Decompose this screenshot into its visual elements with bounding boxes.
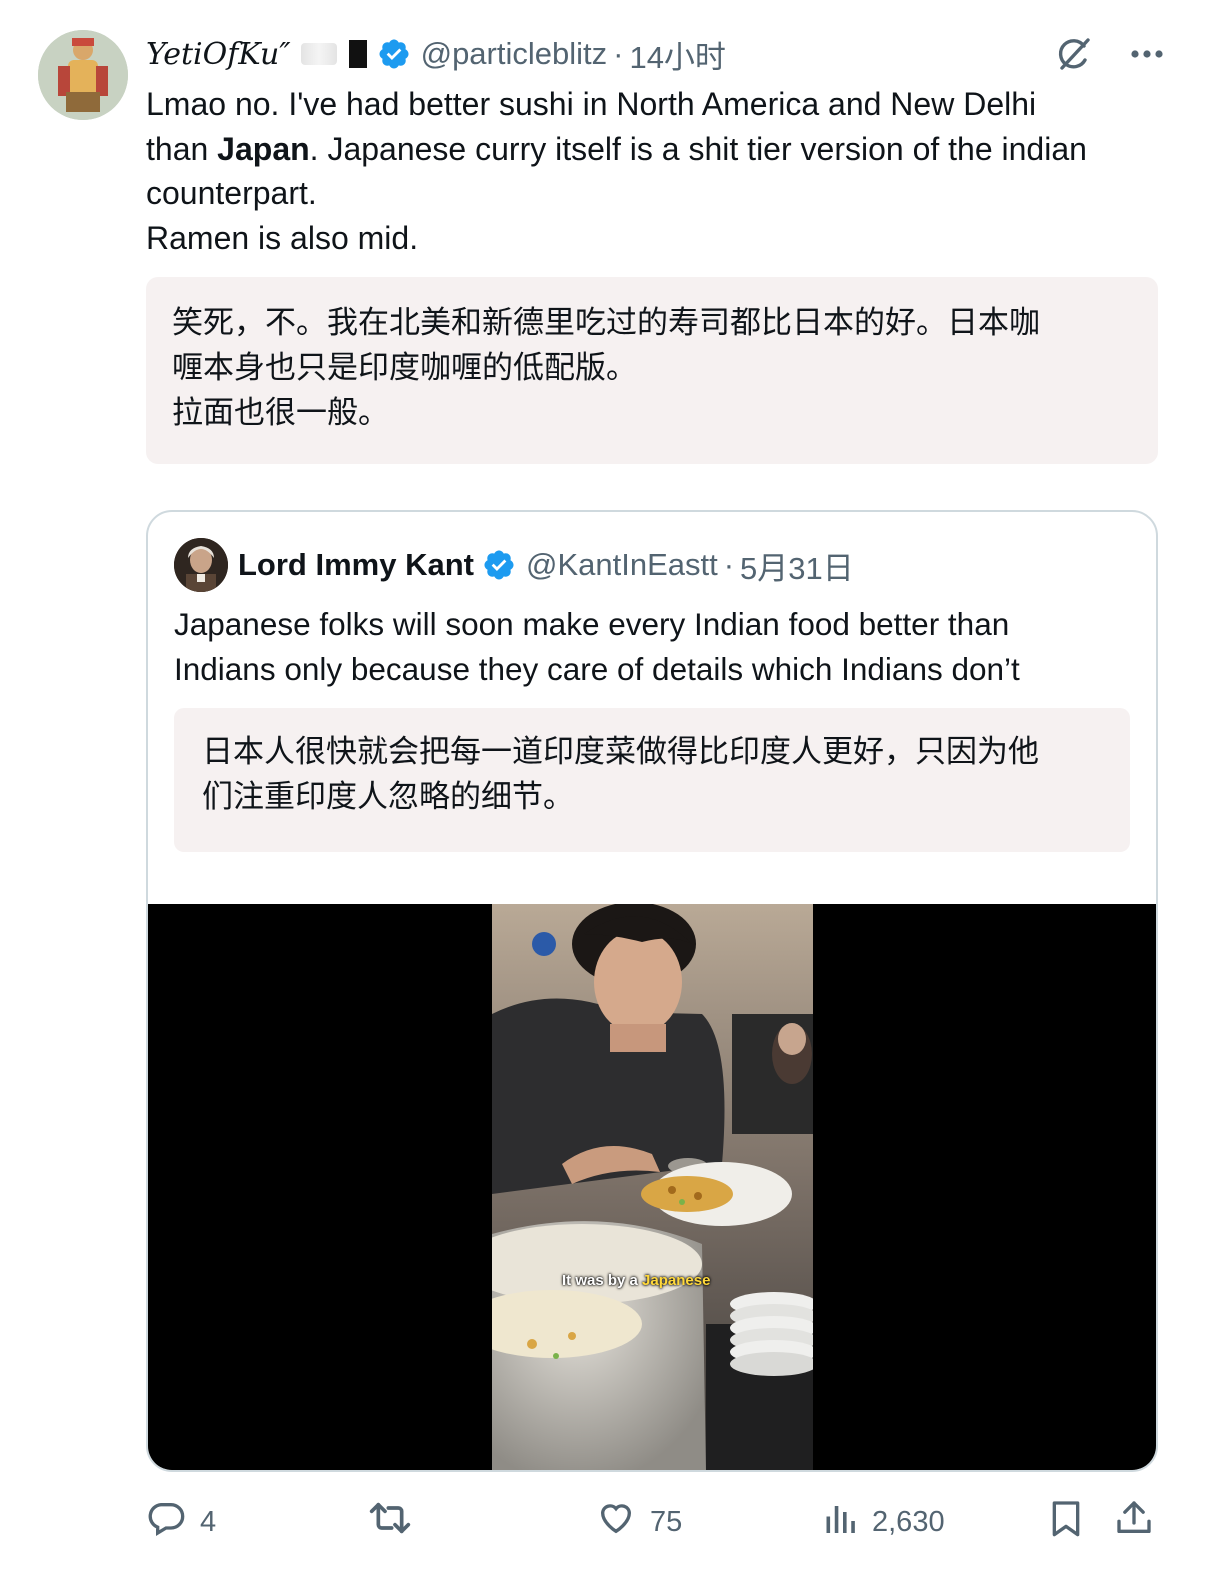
tweet-action-bar: 4 75 2,630 <box>146 1500 1166 1544</box>
quoted-text-line: Japanese folks will soon make every Indi… <box>174 606 1010 642</box>
video-caption: It was by a Japanese <box>562 1272 710 1289</box>
tweet-text-bold: Japan <box>217 130 310 167</box>
video-player[interactable]: It was by a Japanese <box>148 904 1156 1470</box>
reply-bubble-icon <box>146 1498 186 1546</box>
author-handle[interactable]: @particleblitz <box>421 36 608 72</box>
quoted-text-line: Indians only because they care of detail… <box>174 651 1020 687</box>
tweet-text-line: than Japan. Japanese curry itself is a s… <box>146 127 1166 172</box>
grok-slash-icon[interactable] <box>1054 34 1094 74</box>
translation-line: 日本人很快就会把每一道印度菜做得比印度人更好，只因为他 <box>202 734 1039 770</box>
translation-line: 喱本身也只是印度咖喱的低配版。 <box>172 350 637 386</box>
views-bar-chart-icon <box>822 1500 858 1544</box>
bookmark-icon <box>1046 1498 1086 1546</box>
quoted-author-display-name[interactable]: Lord Immy Kant <box>238 547 474 583</box>
heart-icon <box>596 1498 636 1546</box>
tweet-text-segment: . Japanese curry itself is a shit tier v… <box>309 130 1087 167</box>
tweet-header: YetiOfKu″ @particleblitz · 14小时 <box>146 32 726 76</box>
video-caption-highlight: Japanese <box>642 1272 711 1289</box>
separator-dot: · <box>613 36 624 71</box>
share-upload-icon <box>1114 1498 1154 1546</box>
reply-count: 4 <box>200 1505 217 1538</box>
bookmark-button[interactable] <box>1046 1500 1086 1544</box>
verified-badge-icon <box>482 548 516 582</box>
video-still-image <box>492 904 813 1470</box>
video-caption-text: It was by a <box>562 1272 643 1289</box>
author-avatar[interactable] <box>38 30 128 120</box>
quoted-tweet[interactable]: Lord Immy Kant @KantInEastt · 5月31日 Japa… <box>146 510 1158 1472</box>
tweet-time[interactable]: 14小时 <box>629 32 725 77</box>
verified-badge-icon <box>377 37 411 71</box>
redacted-name-blur <box>300 43 337 65</box>
quoted-tweet-text: Japanese folks will soon make every Indi… <box>174 602 1134 692</box>
quoted-tweet-header: Lord Immy Kant @KantInEastt · 5月31日 <box>174 538 854 592</box>
tweet-top-actions <box>1054 34 1164 74</box>
retweet-button[interactable] <box>368 1500 412 1544</box>
quoted-tweet-date[interactable]: 5月31日 <box>740 543 854 588</box>
tweet-text-line: Ramen is also mid. <box>146 219 419 256</box>
tweet-translation: 笑死，不。我在北美和新德里吃过的寿司都比日本的好。日本咖 喱本身也只是印度咖喱的… <box>146 277 1158 464</box>
quoted-author-avatar[interactable] <box>174 538 228 592</box>
view-count: 2,630 <box>872 1505 945 1538</box>
separator-dot: · <box>723 547 735 582</box>
quoted-author-handle[interactable]: @KantInEastt <box>526 547 718 583</box>
translation-line: 笑死，不。我在北美和新德里吃过的寿司都比日本的好。日本咖 <box>172 305 1040 341</box>
tweet-text-line: counterpart. <box>146 175 317 211</box>
tweet-text-segment: than <box>146 130 218 167</box>
quoted-tweet-translation: 日本人很快就会把每一道印度菜做得比印度人更好，只因为他 们注重印度人忽略的细节。 <box>174 708 1130 852</box>
tweet-text-line: Lmao no. I've had better sushi in North … <box>146 86 1037 122</box>
more-dots-icon[interactable] <box>1130 49 1164 59</box>
share-button[interactable] <box>1114 1500 1154 1544</box>
views-button[interactable]: 2,630 <box>822 1500 945 1544</box>
like-button[interactable]: 75 <box>596 1500 682 1544</box>
redacted-block <box>348 40 367 68</box>
tweet-text: Lmao no. I've had better sushi in North … <box>146 82 1166 260</box>
translation-line: 们注重印度人忽略的细节。 <box>202 779 574 815</box>
translation-line: 拉面也很一般。 <box>172 395 389 431</box>
like-count: 75 <box>650 1505 683 1538</box>
author-display-name[interactable]: YetiOfKu″ <box>146 37 291 72</box>
video-frame[interactable]: It was by a Japanese <box>492 904 813 1470</box>
reply-button[interactable]: 4 <box>146 1500 216 1544</box>
retweet-icon <box>368 1498 412 1546</box>
